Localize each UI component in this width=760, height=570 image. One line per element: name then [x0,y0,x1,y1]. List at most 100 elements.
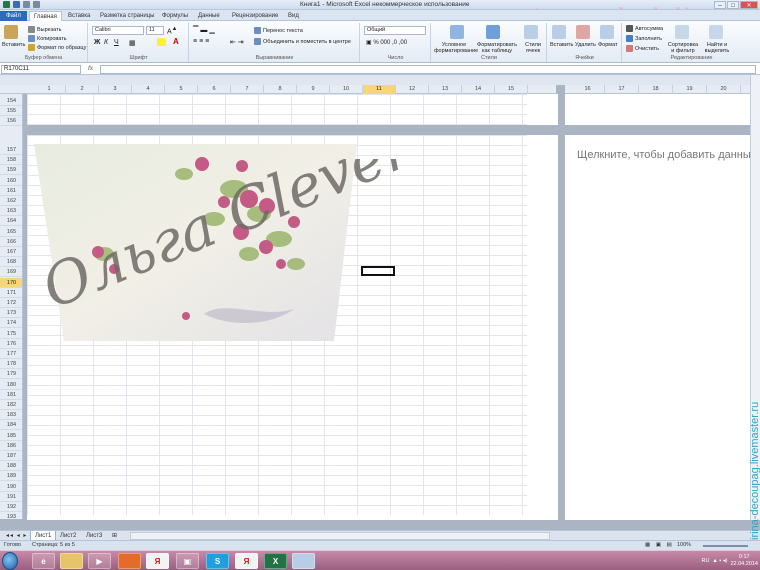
row-header[interactable]: 162 [0,196,22,206]
row-header[interactable]: 174 [0,318,22,329]
skype-icon[interactable]: S [206,553,229,569]
italic-icon[interactable]: К [104,39,108,46]
indent-icons[interactable]: ⇤ ⇥ [230,38,244,46]
sort-filter-icon[interactable] [675,25,689,39]
row-header[interactable]: 168 [0,257,22,268]
insert-cells-button[interactable]: Вставить [550,42,573,48]
row-header[interactable]: 189 [0,471,22,482]
column-header[interactable]: 12 [396,85,429,94]
format-as-table-button[interactable]: Форматировать как таблицу [477,42,517,54]
font-color-icon[interactable]: A [173,37,179,46]
row-header[interactable]: 164 [0,216,22,227]
column-header[interactable]: 6 [198,85,231,94]
column-header[interactable]: 8 [264,85,297,94]
row-header[interactable]: 165 [0,227,22,237]
sort-filter-button[interactable]: Сортировка и фильтр [667,42,699,54]
column-header[interactable]: 20 [707,85,741,94]
format-cells-icon[interactable] [600,25,614,39]
view-mode-icons[interactable]: ▦ ▣ ▤ [645,542,674,548]
find-select-icon[interactable] [709,25,723,39]
column-header[interactable]: 3 [99,85,132,94]
column-header[interactable]: 4 [132,85,165,94]
grow-font-icon[interactable]: A▲ [167,26,177,35]
borders-icon[interactable]: ▦ [129,39,136,47]
name-box[interactable]: R170C11 [1,65,81,74]
clock[interactable]: 0:17 22.04.2014 [730,554,758,568]
media-player-icon[interactable]: ▣ [176,553,199,569]
insert-cells-icon[interactable] [552,25,566,39]
clear-button[interactable]: Очистить [626,45,659,52]
column-header[interactable]: 14 [462,85,495,94]
zoom-level[interactable]: 100% [677,542,691,548]
conditional-format-icon[interactable] [450,25,464,39]
tab-file[interactable]: Файл [0,11,27,21]
row-header[interactable]: 158 [0,155,22,166]
redo-icon[interactable] [33,1,40,8]
row-header[interactable]: 184 [0,420,22,431]
tab-page-layout[interactable]: Разметка страницы [96,11,158,21]
autosum-button[interactable]: Автосумма [626,25,663,32]
row-header[interactable]: 183 [0,410,22,421]
paint-icon[interactable] [292,553,315,569]
row-header[interactable]: 156 [0,116,22,126]
row-header[interactable]: 190 [0,482,22,492]
row-header[interactable]: 182 [0,400,22,410]
currency-icons[interactable]: ▣ % 000 ,0 ,00 [366,39,407,46]
tray-icons[interactable]: ▲ ▪ ◂) [712,558,727,564]
column-header[interactable]: 11 [363,85,396,94]
conditional-format-button[interactable]: Условное форматирование [434,42,478,54]
fill-button[interactable]: Заполнить [626,35,662,42]
align-top-icons[interactable]: ▔▬▁ [193,26,217,34]
firefox-icon[interactable] [118,553,141,569]
excel-taskbar-icon[interactable]: X [264,553,287,569]
fx-icon[interactable]: fx [88,65,93,72]
column-header[interactable]: 2 [66,85,99,94]
row-header[interactable]: 172 [0,298,22,308]
ie-icon[interactable]: e [32,553,55,569]
number-format-select[interactable]: Общий [364,26,426,35]
tab-data[interactable]: Данные [194,11,224,21]
column-header[interactable]: 18 [639,85,673,94]
explorer-icon[interactable] [60,553,83,569]
horizontal-scrollbar[interactable] [130,532,550,540]
row-header[interactable]: 193 [0,512,22,519]
row-header[interactable]: 169 [0,267,22,278]
column-header[interactable]: 1 [33,85,66,94]
format-table-icon[interactable] [486,25,500,39]
align-center-icons[interactable]: ≡≡≡ [193,38,211,45]
row-header[interactable]: 157 [0,145,22,155]
selected-cell[interactable] [361,266,395,276]
row-header[interactable]: 163 [0,206,22,217]
find-select-button[interactable]: Найти и выделить [701,42,733,54]
row-header[interactable]: 186 [0,441,22,451]
language-indicator[interactable]: RU [701,558,709,564]
tab-review[interactable]: Рецензирование [228,11,282,21]
column-header[interactable]: 7 [231,85,264,94]
row-header[interactable]: 192 [0,502,22,512]
format-cells-button[interactable]: Формат [598,42,618,48]
row-header[interactable]: 179 [0,369,22,380]
save-icon[interactable] [13,1,20,8]
font-name-select[interactable]: Calibri [92,26,144,35]
header-placeholder[interactable]: Щелкните, чтобы добавить данные [577,149,757,161]
row-header[interactable]: 154 [0,96,22,106]
row-header[interactable]: 166 [0,237,22,247]
column-header[interactable]: 19 [673,85,707,94]
row-header[interactable]: 155 [0,106,22,116]
copy-button[interactable]: Копировать [28,35,67,42]
start-button[interactable] [2,552,18,570]
font-size-select[interactable]: 11 [146,26,164,35]
row-header[interactable]: 181 [0,390,22,400]
row-header[interactable]: 177 [0,349,22,359]
tab-home[interactable]: Главная [29,11,62,21]
cut-button[interactable]: Вырезать [28,26,61,33]
row-header[interactable]: 187 [0,451,22,461]
undo-icon[interactable] [23,1,30,8]
bold-icon[interactable]: Ж [94,39,100,46]
merge-center-button[interactable]: Объединить и поместить в центре [254,38,351,45]
column-header[interactable]: 13 [429,85,462,94]
row-header[interactable]: 176 [0,339,22,349]
row-header[interactable]: 175 [0,329,22,339]
wrap-text-button[interactable]: Перенос текста [254,27,303,34]
row-header[interactable]: 161 [0,186,22,196]
